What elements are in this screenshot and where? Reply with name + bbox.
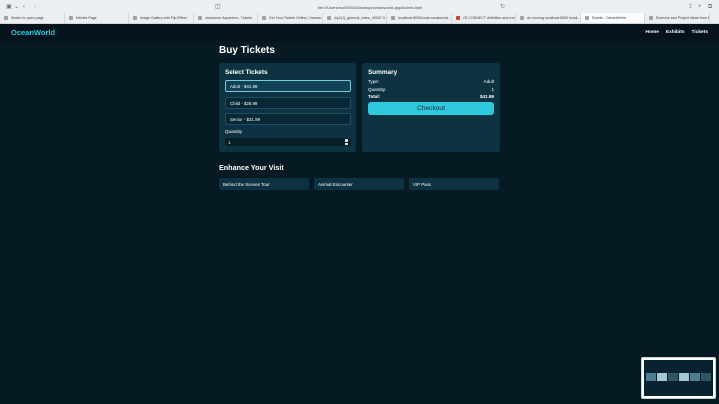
summary-quantity-row: Quantity: 1 [368,87,494,92]
quantity-stepper[interactable] [345,139,348,145]
new-tab-icon[interactable]: + [698,4,702,10]
ticket-option-label: Senior - $31.99 [230,116,261,122]
ticket-option-child[interactable]: Child - $28.99 [225,97,351,109]
favicon-icon [455,16,460,20]
quantity-input-value: 1 [228,139,231,145]
summary-total-value: $41.99 [479,94,494,99]
select-tickets-heading: Select Tickets [225,69,268,76]
summary-total-row: Total: $41.99 [368,94,494,99]
nav-link-tickets[interactable]: Tickets [692,30,708,35]
screenshot-thumbnail[interactable] [641,357,716,399]
address-bar[interactable]: file:///Users/rsc5/0/0/2/desktop/oceanwo… [230,3,510,11]
browser-tab[interactable]: localhost:8000/code-session/ca... [387,13,452,23]
ticket-option-adult[interactable]: Adult - $41.99 [225,80,351,92]
site-header: OceanWorld Home Exhibits Tickets [0,24,719,41]
enhance-heading: Enhance Your Visit [219,163,284,172]
browser-tab[interactable]: clip2(1)_general_video_40007-0... [323,13,387,23]
favicon-icon [391,16,395,20]
summary-card: Summary Type: Adult Quantity: 1 Total: $… [362,63,500,152]
back-icon[interactable]: ‹ [23,4,25,10]
browser-tab[interactable]: Articles Page [65,13,129,23]
browser-chrome: ▣ ⌄ ‹ › ◫ file:///Users/rsc5/0/0/2/deskt… [0,0,719,24]
site-logo[interactable]: OceanWorld [11,28,55,37]
quantity-input[interactable]: 1 [225,138,351,146]
summary-quantity-value: 1 [491,87,494,92]
favicon-icon [520,16,524,20]
favicon-icon [197,16,202,20]
addon-behind-scenes[interactable]: Behind the Scenes Tour [219,178,309,190]
favicon-icon [133,16,137,20]
checkout-button-label: Checkout [417,105,445,112]
stepper-up-icon[interactable] [345,139,348,142]
thumbnail-strip [646,373,711,381]
tab-overview-icon[interactable]: ⧉ [708,4,712,10]
ticket-option-label: Child - $28.99 [230,100,258,106]
tab-bar: Switch to open page Articles Page Image … [0,13,719,23]
share-icon[interactable]: ⇪ [688,4,693,10]
browser-tab[interactable]: Switch to open page [0,13,65,23]
favicon-icon [68,16,73,20]
quantity-label: Quantity [225,129,243,134]
addon-label: Behind the Scenes Tour [223,181,270,187]
page-title: Buy Tickets [219,45,275,56]
summary-quantity-label: Quantity: [368,87,387,92]
addon-vip-pass[interactable]: VIP Pass [409,178,499,190]
nav-link-exhibits[interactable]: Exhibits [666,30,685,35]
favicon-icon [649,16,653,20]
shield-icon[interactable]: ◫ [215,4,221,10]
sidebar-toggle-icon[interactable]: ▣ [6,4,12,10]
addon-animal-encounter[interactable]: Animal Encounter [314,178,404,190]
favicon-icon [262,16,266,20]
summary-type-label: Type: [368,79,380,84]
forward-icon[interactable]: › [34,4,36,10]
summary-total-label: Total: [368,94,381,99]
chevron-down-icon[interactable]: ⌄ [14,4,19,10]
favicon-icon [584,16,589,20]
browser-tab[interactable]: VS CONNECT definition and mea... [452,13,516,23]
stepper-down-icon[interactable] [345,142,348,145]
summary-type-row: Type: Adult [368,79,494,84]
browser-toolbar: ▣ ⌄ ‹ › ◫ file:///Users/rsc5/0/0/2/deskt… [0,0,719,13]
checkout-button[interactable]: Checkout [368,102,494,115]
browser-tab[interactable]: do running localhost:8000 locali... [516,13,581,23]
summary-type-value: Adult [483,79,494,84]
browser-tab[interactable]: Get Your Tickets Online | Vancou... [258,13,323,23]
address-bar-url: file:///Users/rsc5/0/0/2/desktop/oceanwo… [317,4,423,10]
ticket-option-senior[interactable]: Senior - $31.99 [225,113,351,125]
addon-label: VIP Pass [413,181,431,187]
favicon-icon [326,16,331,20]
browser-tab[interactable]: Vancouver Aquarium - Tickets [194,13,258,23]
thumbnail-preview [644,360,713,396]
reload-icon[interactable]: ↻ [500,4,505,10]
browser-tab[interactable]: Exercise and Project Ideas from Batwo... [645,13,710,23]
summary-heading: Summary [368,69,398,76]
browser-tab[interactable]: Image Gallery with Flip Effect [129,13,194,23]
addon-label: Animal Encounter [318,181,353,187]
select-tickets-card: Select Tickets Adult - $41.99 Child - $2… [219,63,356,152]
nav-link-home[interactable]: Home [646,30,659,35]
browser-tab-active[interactable]: Tickets - OceanWorld [580,13,645,23]
favicon-icon [4,16,8,20]
ticket-option-label: Adult - $41.99 [230,83,258,89]
main-nav: Home Exhibits Tickets [646,30,708,35]
